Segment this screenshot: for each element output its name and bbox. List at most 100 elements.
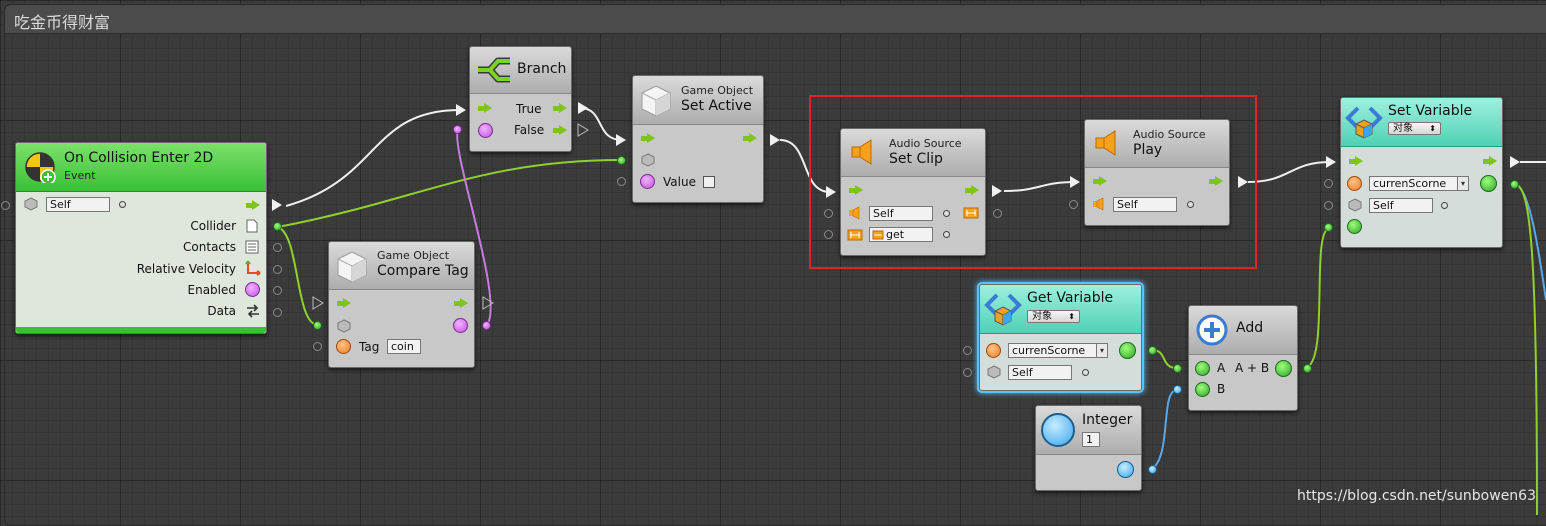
node-title: Branch [517,61,567,77]
collision-event-icon [24,151,56,186]
target-reset-dot[interactable] [1187,201,1194,208]
data-arrows-icon [245,303,261,322]
contacts-out-pin[interactable] [273,243,282,252]
play-node[interactable]: Audio Source Play Self [1084,119,1230,226]
result-bool-pin [453,318,468,333]
node-category: Audio Source [1133,128,1206,141]
setvar-target-in-pin[interactable] [1324,201,1333,210]
target-reset-dot[interactable] [119,201,126,208]
variable-icon [984,291,1022,330]
target-reset-dot[interactable] [1441,202,1448,209]
compare-tag-node[interactable]: Game Object Compare Tag Tag coin [328,241,475,368]
input-pin[interactable] [1,201,10,210]
setvar-value-out-pin[interactable] [1510,180,1519,189]
comparetag-tag-in-pin[interactable] [313,342,322,351]
a-pin [1195,361,1210,376]
value-bool-pin [640,174,655,189]
socket-arrow [1510,156,1520,168]
variable-icon [1345,104,1383,143]
on-collision-enter-node[interactable]: On Collision Enter 2D Event Self Collide… [15,142,267,334]
gameobject-icon [987,365,1001,382]
set-value-pin [1347,219,1362,234]
get-variable-node[interactable]: Get Variable 对象 ⬍ currenScorne ▾ Self [979,284,1142,391]
setclip-clip-in-pin[interactable] [824,230,833,239]
chevron-down-icon[interactable]: ▾ [1096,343,1108,358]
setclip-out-pin[interactable] [993,209,1002,218]
condition-pin [478,123,493,138]
tag-label: Tag [359,340,380,354]
enabled-bool-pin [245,282,260,297]
enabled-out-pin[interactable] [273,286,282,295]
branch-node[interactable]: Branch True False [469,46,572,152]
integer-node[interactable]: Integer 1 [1035,405,1142,491]
target-field[interactable]: Self [1008,365,1072,380]
setvar-name-in-pin[interactable] [1324,179,1333,188]
chevron-down-icon[interactable]: ▾ [1457,176,1469,191]
audio-clip-icon [847,227,863,246]
comparetag-target-in-pin[interactable] [313,321,322,330]
node-footer [16,327,266,333]
scope-dropdown[interactable]: 对象 ⬍ [1388,122,1441,135]
velocity-out-pin[interactable] [273,265,282,274]
gameobject-icon [337,319,351,336]
add-b-in-pin[interactable] [1173,385,1182,394]
getvar-value-out-pin[interactable] [1148,346,1157,355]
target-reset-dot[interactable] [943,210,950,217]
wire-add-to-setvar [1305,227,1331,369]
wire-collider-to-comparetag [277,226,319,326]
variable-name-field[interactable]: currenScorne [1008,343,1097,358]
document-icon [246,219,258,236]
socket-arrow [456,104,466,116]
setclip-target-in-pin[interactable] [824,209,833,218]
setactive-value-in-pin[interactable] [617,177,626,186]
dropdown-arrows-icon: ⬍ [1429,124,1436,133]
audio-clip-icon [872,229,884,244]
add-node[interactable]: Add A A + B B [1188,305,1298,411]
output-data-label: Data [207,304,236,318]
getvar-name-in-pin[interactable] [963,346,972,355]
node-title: Play [1133,142,1163,158]
comparetag-result-out-pin[interactable] [482,321,491,330]
socket-arrow [312,296,324,310]
socket-arrow [272,199,282,211]
target-field[interactable]: Self [869,206,933,221]
output-contacts-label: Contacts [183,240,236,254]
speaker-icon [1093,128,1123,161]
play-target-in-pin[interactable] [1069,200,1078,209]
gameobject-icon [641,153,655,170]
target-field[interactable]: Self [1113,197,1177,212]
target-field[interactable]: Self [46,197,110,212]
target-field[interactable]: Self [1369,198,1433,213]
speaker-icon [849,137,879,170]
add-result-out-pin[interactable] [1303,364,1312,373]
add-a-in-pin[interactable] [1173,364,1182,373]
set-variable-node[interactable]: Set Variable 对象 ⬍ currenScorne ▾ Self [1340,97,1503,248]
branch-condition-in-pin[interactable] [453,125,462,134]
getvar-target-in-pin[interactable] [963,368,972,377]
collider-out-pin[interactable] [273,222,282,231]
false-label: False [514,123,545,137]
tag-string-pin [336,339,351,354]
node-title: Set Active [681,98,752,114]
data-out-pin[interactable] [273,308,282,317]
flow-in-arrow [641,133,655,144]
value-label: Value [663,175,696,189]
target-reset-dot[interactable] [1082,369,1089,376]
socket-arrow [616,134,626,146]
b-label: B [1217,382,1226,396]
wire-play-to-setvariable [1247,161,1331,183]
set-clip-node[interactable]: Audio Source Set Clip Self get [840,128,986,256]
value-checkbox[interactable] [703,176,715,188]
scope-dropdown[interactable]: 对象 ⬍ [1027,310,1080,323]
flow-out-arrow [1209,176,1223,187]
flow-out-arrow [743,133,757,144]
setvar-value-in-pin[interactable] [1324,223,1333,232]
variable-name-field[interactable]: currenScorne [1369,176,1458,191]
integer-value-out-pin[interactable] [1148,465,1157,474]
integer-value-field[interactable]: 1 [1082,432,1100,447]
flow-out-arrow [246,200,260,211]
setactive-target-in-pin[interactable] [617,156,626,165]
tag-field[interactable]: coin [387,339,421,354]
set-active-node[interactable]: Game Object Set Active Value [632,75,764,203]
clip-reset-dot[interactable] [943,231,950,238]
